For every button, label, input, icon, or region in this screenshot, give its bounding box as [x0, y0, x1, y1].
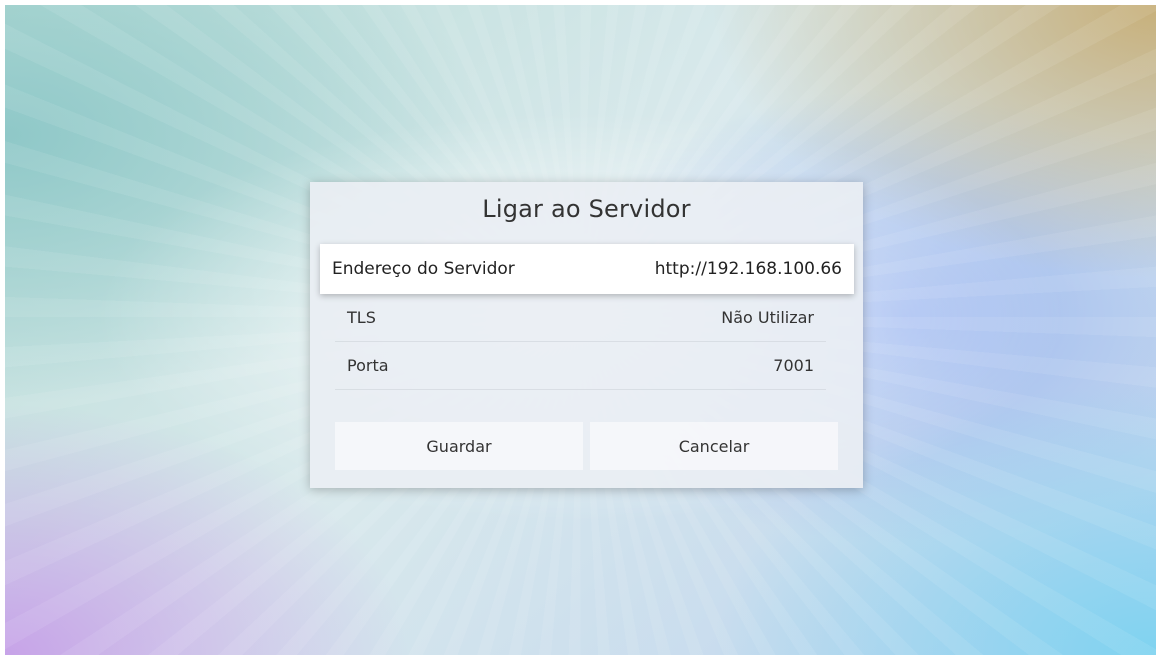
server-address-value: http://192.168.100.66: [654, 259, 842, 279]
tls-value: Não Utilizar: [721, 308, 814, 327]
connect-server-dialog: Ligar ao Servidor Endereço do Servidor h…: [310, 182, 863, 488]
dialog-title: Ligar ao Servidor: [482, 195, 691, 223]
tls-label: TLS: [347, 308, 376, 327]
tv-screen: Ligar ao Servidor Endereço do Servidor h…: [5, 5, 1156, 655]
tls-row[interactable]: TLS Não Utilizar: [335, 294, 826, 342]
port-value: 7001: [773, 356, 814, 375]
save-button[interactable]: Guardar: [335, 422, 583, 470]
port-label: Porta: [347, 356, 389, 375]
server-address-row[interactable]: Endereço do Servidor http://192.168.100.…: [320, 244, 854, 294]
server-address-label: Endereço do Servidor: [332, 259, 515, 279]
port-row[interactable]: Porta 7001: [335, 342, 826, 390]
cancel-button[interactable]: Cancelar: [590, 422, 838, 470]
